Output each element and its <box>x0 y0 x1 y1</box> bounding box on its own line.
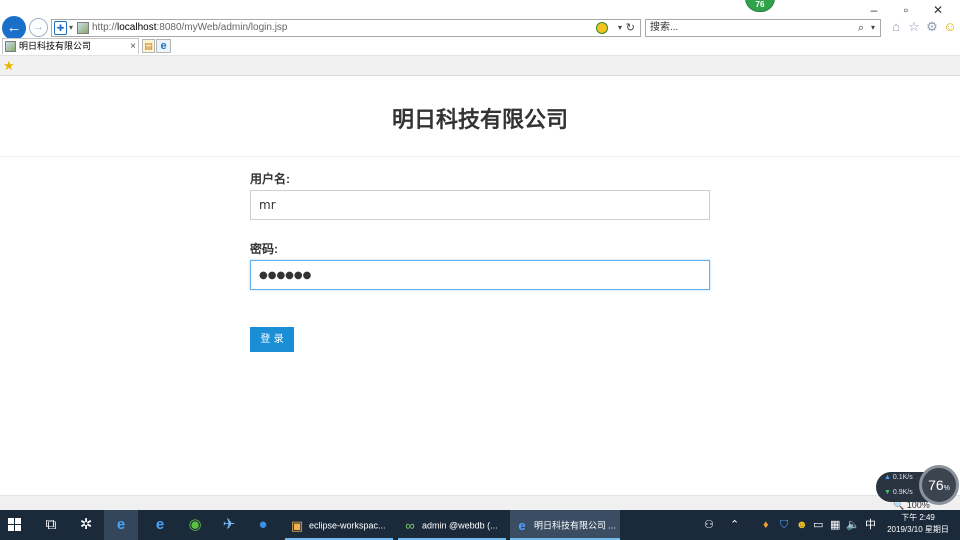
task-view-icon[interactable]: ⧉ <box>34 510 68 540</box>
taskbar: ⧉ ✲ e e ◉ ✈ ● ▣ eclipse-workspac... ∞ admi… <box>0 510 960 540</box>
security-badge[interactable]: 76 <box>745 0 775 12</box>
url-prefix: http:// <box>92 22 118 33</box>
network-icon[interactable]: ▦ <box>830 510 840 540</box>
forward-button[interactable]: → <box>29 18 48 37</box>
chevron-down-icon[interactable]: ▾ <box>69 20 73 36</box>
tab-current[interactable]: 明日科技有限公司 × <box>2 38 139 54</box>
pinwheel-app-icon[interactable]: ✲ <box>69 510 103 540</box>
tray-app-icon[interactable]: ♦ <box>763 510 769 540</box>
memory-gauge[interactable]: 76% <box>919 465 959 505</box>
task-label: admin @webdb (... <box>422 520 498 531</box>
gauge-value: 76 <box>928 477 944 493</box>
new-tab-icon[interactable]: ▤ <box>142 39 155 53</box>
favorites-bar: ★ <box>0 55 960 76</box>
search-box[interactable]: 搜索... ⌕ ▾ <box>645 19 881 37</box>
ie-logo-icon[interactable]: e <box>104 510 138 540</box>
shield-icon[interactable]: ✚ <box>54 21 67 35</box>
url-text[interactable]: http://localhost:8080/myWeb/admin/login.… <box>92 20 287 36</box>
edge-logo-icon[interactable]: e <box>143 510 177 540</box>
search-input[interactable]: 搜索... <box>650 20 678 36</box>
volume-icon[interactable]: 🔈 <box>846 510 860 540</box>
shield-tray-icon[interactable]: ⛉ <box>780 510 788 540</box>
tray-status-icon[interactable]: ☻ <box>796 510 808 540</box>
minimize-button[interactable]: – <box>858 2 890 18</box>
password-label: 密码: <box>250 242 278 256</box>
favorites-star-icon[interactable]: ☆ <box>907 19 921 35</box>
url-host: localhost <box>117 22 157 33</box>
people-icon[interactable]: ⚇ <box>704 510 714 540</box>
ie-logo-icon[interactable]: e <box>156 39 171 53</box>
navicat-icon: ∞ <box>405 517 415 533</box>
task-label: 明日科技有限公司 ... <box>534 520 617 531</box>
clock-time: 下午 2:49 <box>901 513 935 522</box>
taskbar-item-navicat[interactable]: ∞ admin @webdb (... <box>398 510 506 540</box>
tab-strip: 明日科技有限公司 × ▤ e <box>0 38 960 54</box>
horizontal-scrollbar[interactable] <box>0 495 960 510</box>
gear-icon[interactable]: ⚙ <box>925 19 939 35</box>
tab-close-button[interactable]: × <box>130 39 136 54</box>
compatibility-icon[interactable] <box>596 22 608 34</box>
feedback-smiley-icon[interactable]: ☺ <box>943 19 957 35</box>
blue-globe-icon[interactable]: ● <box>246 510 280 540</box>
360-browser-icon[interactable]: ◉ <box>178 510 212 540</box>
search-icon[interactable]: ⌕ <box>858 20 864 36</box>
upload-arrow-icon: ▲ <box>884 474 891 481</box>
home-icon[interactable]: ⌂ <box>889 19 903 35</box>
download-speed: ▼ 0.9K/s <box>884 489 913 496</box>
username-field[interactable] <box>250 190 710 220</box>
clock-date: 2019/3/10 星期日 <box>887 525 949 534</box>
battery-icon[interactable]: ▭ <box>813 510 823 540</box>
page-content: 明日科技有限公司 用户名: 密码: 登 录 <box>0 77 960 495</box>
upload-speed: ▲ 0.1K/s <box>884 474 913 481</box>
gauge-unit: % <box>943 485 950 492</box>
page-header: 明日科技有限公司 <box>0 77 960 157</box>
chevron-up-icon[interactable]: ⌃ <box>730 510 739 540</box>
login-form: 用户名: 密码: 登 录 <box>250 170 710 352</box>
address-bar[interactable]: ✚ ▾ http://localhost:8080/myWeb/admin/lo… <box>51 19 641 37</box>
restore-button[interactable]: ▫ <box>890 2 922 18</box>
window-controls: – ▫ ✕ <box>858 2 954 18</box>
password-field[interactable] <box>250 260 710 290</box>
toolbar-icons: ⌂ ☆ ⚙ ☺ <box>889 19 957 35</box>
page-favicon-icon <box>77 22 89 34</box>
browser-chrome: – ▫ ✕ 76 ← → ✚ ▾ http://localhost:8080/m… <box>0 0 960 77</box>
system-clock[interactable]: 下午 2:49 2019/3/10 星期日 <box>881 512 955 536</box>
task-label: eclipse-workspac... <box>309 520 386 531</box>
url-path: :8080/myWeb/admin/login.jsp <box>156 22 288 33</box>
chevron-down-icon[interactable]: ▾ <box>618 20 622 36</box>
bird-app-icon[interactable]: ✈ <box>212 510 246 540</box>
chevron-down-icon[interactable]: ▾ <box>871 20 875 36</box>
download-arrow-icon: ▼ <box>884 489 891 496</box>
close-button[interactable]: ✕ <box>922 2 954 18</box>
download-value: 0.9K/s <box>892 489 913 496</box>
refresh-icon[interactable]: ↻ <box>626 20 635 36</box>
windows-start-icon[interactable] <box>8 518 22 532</box>
taskbar-item-ie-window[interactable]: e 明日科技有限公司 ... <box>510 510 620 540</box>
taskbar-item-eclipse[interactable]: ▣ eclipse-workspac... <box>285 510 393 540</box>
tab-label: 明日科技有限公司 <box>19 41 92 51</box>
back-button[interactable]: ← <box>2 16 26 40</box>
page-title: 明日科技有限公司 <box>391 107 568 132</box>
username-label: 用户名: <box>250 172 290 186</box>
network-speed-widget[interactable]: ▲ 0.1K/s ▼ 0.9K/s 76% <box>876 465 960 505</box>
login-button[interactable]: 登 录 <box>250 327 294 352</box>
page-favicon-icon <box>5 41 16 52</box>
ime-indicator[interactable]: 中 <box>865 510 876 540</box>
ie-logo-icon: e <box>518 517 526 533</box>
eclipse-icon: ▣ <box>290 517 304 533</box>
upload-value: 0.1K/s <box>892 474 913 481</box>
add-favorite-icon[interactable]: ★ <box>3 58 15 74</box>
